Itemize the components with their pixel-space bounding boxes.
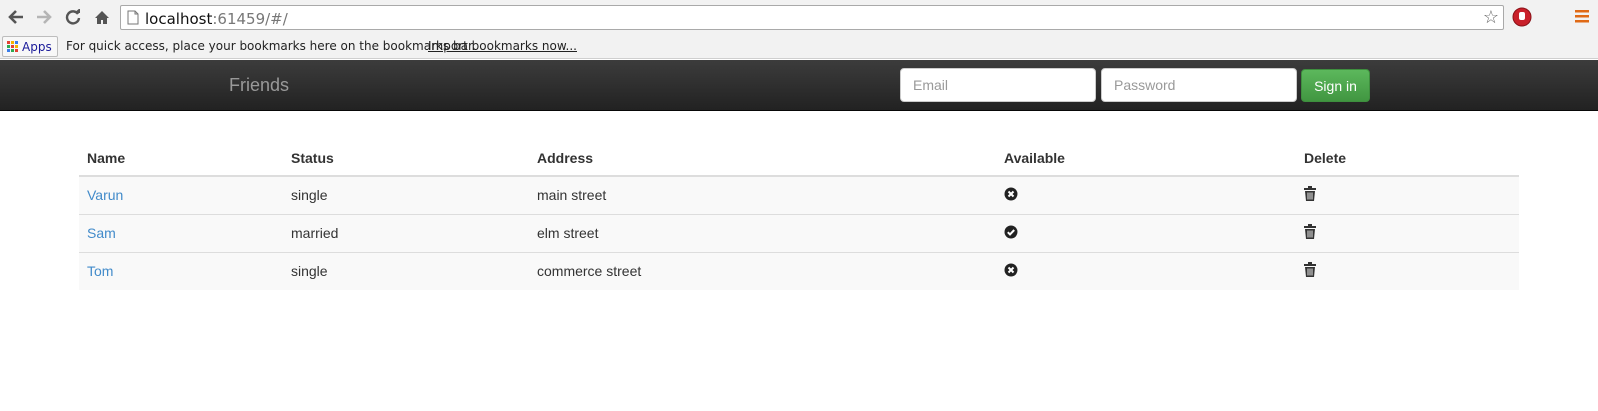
trash-icon[interactable]	[1304, 224, 1316, 242]
available-cell	[996, 251, 1296, 290]
header-address: Address	[529, 140, 996, 177]
bookmark-star-icon[interactable]: ☆	[1483, 7, 1499, 27]
ok-circle-icon	[1004, 225, 1018, 242]
trash-icon[interactable]	[1304, 262, 1316, 280]
remove-circle-icon	[1004, 187, 1018, 204]
page-icon	[127, 10, 139, 30]
friends-table: Name Status Address Available Delete Var…	[79, 140, 1519, 290]
email-input[interactable]	[900, 68, 1096, 102]
bookmarks-bar: Apps For quick access, place your bookma…	[0, 34, 1598, 59]
friend-name-link[interactable]: Tom	[87, 263, 113, 279]
sign-in-button[interactable]: Sign in	[1301, 69, 1370, 102]
header-available: Available	[996, 140, 1296, 177]
header-delete: Delete	[1296, 140, 1519, 177]
available-cell	[996, 175, 1296, 214]
friend-name-link[interactable]: Sam	[87, 225, 116, 241]
navbar-brand[interactable]: Friends	[229, 75, 289, 96]
status-cell: married	[283, 213, 529, 252]
status-cell: single	[283, 175, 529, 214]
back-icon[interactable]	[5, 6, 27, 28]
table-header-row: Name Status Address Available Delete	[79, 140, 1519, 177]
address-cell: main street	[529, 175, 996, 214]
apps-button[interactable]: Apps	[2, 36, 58, 57]
apps-grid-icon	[7, 41, 18, 52]
import-bookmarks-link[interactable]: Import bookmarks now...	[428, 39, 577, 53]
table-row: Varun single main street	[79, 175, 1519, 214]
url-text: localhost:61459/#/	[145, 10, 288, 28]
status-cell: single	[283, 251, 529, 290]
apps-label: Apps	[22, 39, 52, 54]
reload-icon[interactable]	[62, 6, 84, 28]
browser-toolbar: localhost:61459/#/ ☆	[0, 0, 1598, 34]
table-row: Sam married elm street	[79, 213, 1519, 252]
forward-icon[interactable]	[33, 6, 55, 28]
delete-cell	[1296, 213, 1519, 252]
trash-icon[interactable]	[1304, 186, 1316, 204]
password-input[interactable]	[1101, 68, 1297, 102]
chrome-menu-icon[interactable]	[1575, 9, 1589, 28]
friend-name-link[interactable]: Varun	[87, 187, 123, 203]
home-icon[interactable]	[91, 6, 113, 28]
address-cell: commerce street	[529, 251, 996, 290]
delete-cell	[1296, 251, 1519, 290]
delete-cell	[1296, 175, 1519, 214]
bookmarks-hint: For quick access, place your bookmarks h…	[66, 39, 476, 53]
app-navbar: Friends Sign in	[0, 60, 1598, 111]
header-name: Name	[79, 140, 283, 177]
extension-stop-icon[interactable]	[1512, 7, 1532, 32]
address-cell: elm street	[529, 213, 996, 252]
address-bar[interactable]: localhost:61459/#/ ☆	[120, 5, 1504, 30]
table-row: Tom single commerce street	[79, 251, 1519, 290]
available-cell	[996, 213, 1296, 252]
remove-circle-icon	[1004, 263, 1018, 280]
header-status: Status	[283, 140, 529, 177]
